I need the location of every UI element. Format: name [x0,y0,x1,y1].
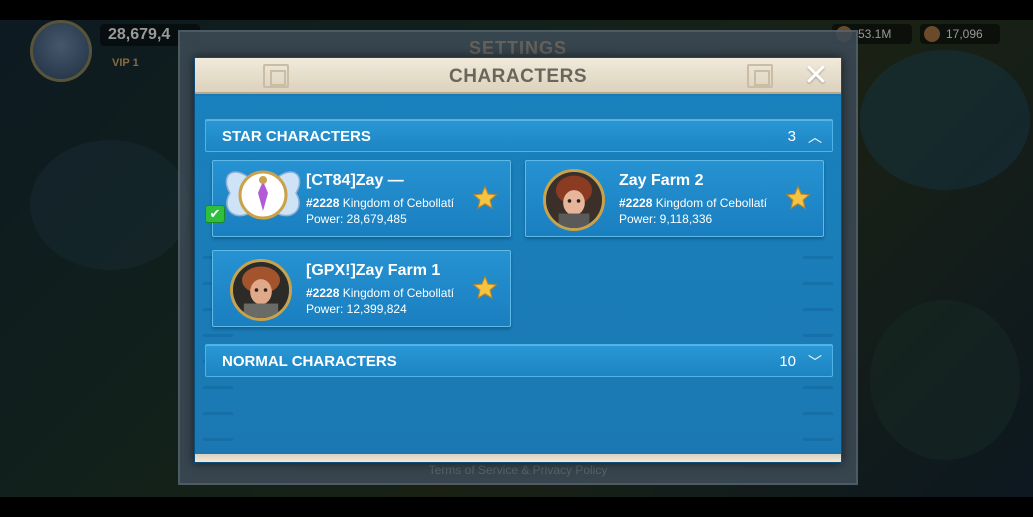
resource-value: 53.1M [858,27,892,41]
character-power: Power: 28,679,485 [306,212,407,226]
kingdom-name: Kingdom of Cebollatí [655,196,768,210]
butterfly-frame-icon [225,170,301,220]
kingdom-id: #2228 [306,286,340,300]
resource-icon [924,26,940,42]
kingdom-name: Kingdom of Cebollatí [342,196,455,210]
character-name: Zay Farm 2 [619,172,704,189]
character-card[interactable]: Zay Farm 2 #2228 Kingdom of Cebollatí Po… [525,160,824,237]
section-label: NORMAL CHARACTERS [222,353,397,370]
section-count: 10 [779,353,796,370]
settings-title: SETTINGS [468,38,567,58]
dialog-body: STAR CHARACTERS 3 ︿ ✔ [CT84]Zay — #2228 … [195,96,841,454]
character-kingdom: #2228 Kingdom of Cebollatí [619,196,767,210]
kingdom-name: Kingdom of Cebollatí [342,286,455,300]
character-name: [GPX!]Zay Farm 1 [306,262,441,279]
character-portrait [543,169,605,231]
character-name: [CT84]Zay — [306,172,404,189]
section-count: 3 [787,128,796,145]
chevron-down-icon: ﹀ [808,354,822,370]
settings-footer-link: Terms of Service & Privacy Policy [428,463,608,477]
player-hud: 28,679,4 VIP 1 [30,20,200,90]
dialog-title: CHARACTERS [449,66,587,87]
character-card[interactable]: ✔ [CT84]Zay — #2228 Kingdom of Cebollatí… [205,160,511,237]
character-power: Power: 12,399,824 [306,302,407,316]
star-characters-header[interactable]: STAR CHARACTERS 3 ︿ [205,119,833,152]
resource-counter: 17,096 [920,24,1000,44]
dialog-footer-trim [195,454,841,462]
normal-characters-header[interactable]: NORMAL CHARACTERS 10 ﹀ [205,344,833,377]
chevron-up-icon: ︿ [808,129,822,145]
character-power: Power: 9,118,336 [619,212,713,226]
ornament-icon [747,64,773,88]
close-icon[interactable]: ✕ [803,61,829,91]
star-icon[interactable] [785,185,811,211]
kingdom-id: #2228 [619,196,653,210]
check-icon: ✔ [205,205,225,223]
resource-value: 17,096 [946,27,983,41]
section-label: STAR CHARACTERS [222,128,371,145]
characters-dialog: CHARACTERS ✕ STAR CHARACTERS 3 ︿ ✔ [CT84… [194,57,842,463]
star-icon[interactable] [472,275,498,301]
character-card[interactable]: [GPX!]Zay Farm 1 #2228 Kingdom of Ceboll… [212,250,511,327]
star-icon[interactable] [472,185,498,211]
dialog-header: CHARACTERS ✕ [195,58,841,94]
player-avatar [30,20,92,82]
vip-badge: VIP 1 [112,57,139,69]
character-kingdom: #2228 Kingdom of Cebollatí [306,196,454,210]
kingdom-id: #2228 [306,196,340,210]
character-portrait [230,259,292,321]
character-kingdom: #2228 Kingdom of Cebollatí [306,286,454,300]
